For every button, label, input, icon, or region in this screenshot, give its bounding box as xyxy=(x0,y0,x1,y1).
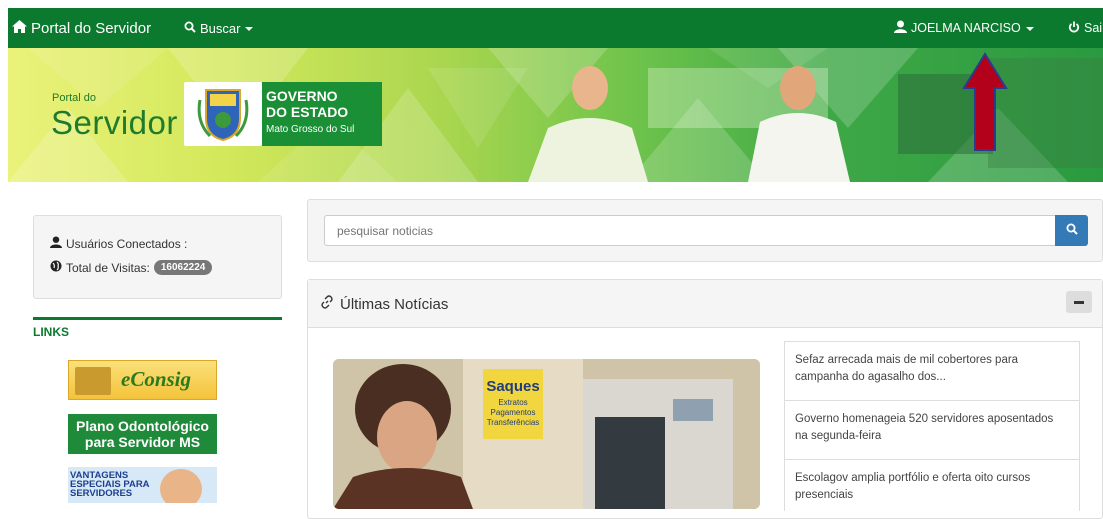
logout-label: Sair xyxy=(1084,21,1103,35)
photo-sign-line2: Pagamentos xyxy=(491,408,536,417)
special-advantages-link[interactable]: VANTAGENS ESPECIAIS PARA SERVIDORES xyxy=(68,467,217,503)
chevron-down-icon xyxy=(245,27,254,31)
news-list-item[interactable]: Sefaz arrecada mais de mil cobertores pa… xyxy=(785,342,1079,401)
featured-news-photo[interactable]: Saques Extratos Pagamentos Transferência… xyxy=(333,359,760,509)
econsig-link[interactable]: eConsig xyxy=(68,360,217,400)
link-icon xyxy=(320,295,334,313)
connected-users-label: Usuários Conectados : xyxy=(66,236,188,251)
photo-sign-title: Saques xyxy=(486,378,539,395)
links-divider xyxy=(33,317,282,320)
gov-line3: Mato Grosso do Sul xyxy=(266,124,355,135)
user-icon xyxy=(894,20,907,36)
search-dropdown-label: Buscar xyxy=(200,20,241,36)
latest-news-title-row: Últimas Notícias xyxy=(320,295,448,313)
search-dropdown[interactable]: Buscar xyxy=(184,8,254,48)
news-search-panel xyxy=(307,199,1103,262)
header-banner: Portal do Servidor GOVERNO DO ESTADO Mat… xyxy=(8,48,1103,182)
gov-line1: GOVERNO xyxy=(266,88,338,104)
portal-title: Servidor xyxy=(51,104,178,141)
photo-illustration: Saques Extratos Pagamentos Transferência… xyxy=(333,359,760,509)
visits-count-badge: 16062224 xyxy=(153,260,213,275)
home-icon xyxy=(12,19,27,37)
dental-plan-line1: Plano Odontológico xyxy=(76,418,209,434)
user-name: JOELMA NARCISO xyxy=(911,21,1021,35)
globe-icon xyxy=(50,260,62,275)
news-list-item[interactable]: Governo homenageia 520 servidores aposen… xyxy=(785,401,1079,460)
people-photo xyxy=(160,469,202,503)
dental-plan-link[interactable]: Plano Odontológico para Servidor MS xyxy=(68,414,217,454)
user-icon xyxy=(50,236,62,251)
search-icon xyxy=(1066,222,1078,240)
government-logo: GOVERNO DO ESTADO Mato Grosso do Sul xyxy=(262,82,382,146)
user-menu[interactable]: JOELMA NARCISO xyxy=(894,8,1034,48)
search-button[interactable] xyxy=(1055,215,1088,246)
news-list: Sefaz arrecada mais de mil cobertores pa… xyxy=(784,341,1080,519)
top-navbar: Portal do Servidor Buscar JOELMA NARCISO… xyxy=(8,8,1103,48)
visitors-panel: Usuários Conectados : Total de Visitas: … xyxy=(33,215,282,299)
photo-sign-line1: Extratos xyxy=(498,398,527,407)
search-icon xyxy=(184,21,196,36)
news-search-input[interactable] xyxy=(324,215,1056,246)
total-visits-row: Total de Visitas: 16062224 xyxy=(50,260,213,275)
latest-news-panel: Últimas Notícias Saques Extratos Pagamen… xyxy=(307,279,1103,519)
latest-news-header: Últimas Notícias xyxy=(308,280,1102,328)
latest-news-title: Últimas Notícias xyxy=(340,295,449,313)
portal-small-text: Portal do xyxy=(52,92,97,104)
gov-line2: DO ESTADO xyxy=(266,104,349,120)
dental-plan-line2: para Servidor MS xyxy=(84,434,201,450)
home-link[interactable]: Portal do Servidor xyxy=(12,8,151,48)
news-list-item[interactable]: Escolagov amplia portfólio e oferta oito… xyxy=(785,460,1079,519)
brand-label: Portal do Servidor xyxy=(31,19,152,37)
total-visits-label: Total de Visitas: xyxy=(66,260,150,275)
collapse-button[interactable] xyxy=(1066,291,1092,313)
chevron-down-icon xyxy=(1025,27,1034,31)
connected-users-row: Usuários Conectados : xyxy=(50,236,187,251)
logout-button[interactable]: Sair xyxy=(1068,8,1103,48)
state-crest-icon xyxy=(184,82,262,146)
annotation-arrow-icon xyxy=(962,52,1008,151)
links-heading: LINKS xyxy=(33,325,69,339)
special-advantages-label: VANTAGENS ESPECIAIS PARA SERVIDORES xyxy=(70,470,150,499)
minus-icon xyxy=(1074,300,1084,304)
money-icon xyxy=(75,367,111,395)
power-icon xyxy=(1068,21,1080,36)
photo-sign-line3: Transferências xyxy=(487,418,540,427)
econsig-label: eConsig xyxy=(121,367,192,391)
